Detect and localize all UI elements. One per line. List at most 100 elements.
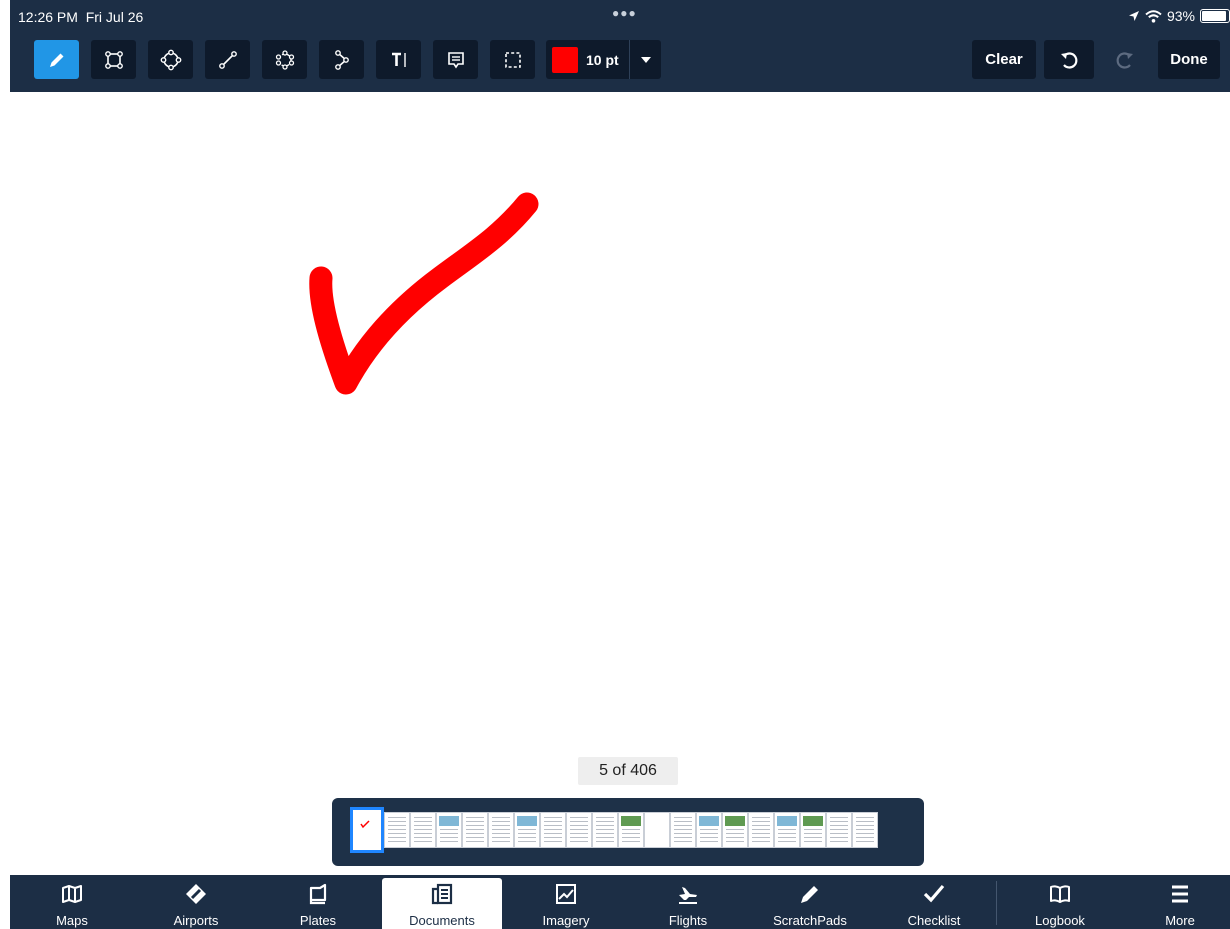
thumbnail-text-line: [856, 821, 874, 822]
page-thumbnail-strip[interactable]: [332, 798, 924, 866]
page-thumbnail[interactable]: [800, 812, 826, 848]
color-size-picker[interactable]: 10 pt: [546, 40, 661, 79]
page-thumbnail[interactable]: [618, 812, 644, 848]
tab-maps[interactable]: Maps: [34, 875, 110, 929]
thumbnail-text-line: [492, 837, 510, 838]
thumbnail-text-line: [596, 817, 614, 818]
page-thumbnail[interactable]: [540, 812, 566, 848]
thumbnail-text-line: [622, 829, 640, 830]
tab-airports[interactable]: Airports: [158, 875, 234, 929]
thumbnail-text-line: [778, 841, 796, 842]
page-thumbnail[interactable]: [852, 812, 878, 848]
page-thumbnail[interactable]: [410, 812, 436, 848]
thumbnail-text-line: [596, 837, 614, 838]
thumbnail-text-line: [752, 829, 770, 830]
thumbnail-text-line: [492, 821, 510, 822]
page-thumbnail[interactable]: [566, 812, 592, 848]
thumbnail-text-line: [466, 825, 484, 826]
select-tool-button[interactable]: [490, 40, 535, 79]
thumbnail-text-line: [570, 841, 588, 842]
tab-documents[interactable]: Documents: [382, 878, 502, 929]
cloud-tool-button[interactable]: [262, 40, 307, 79]
plates-icon: [309, 883, 327, 905]
tab-plates[interactable]: Plates: [280, 875, 356, 929]
tab-imagery[interactable]: Imagery: [528, 875, 604, 929]
rectangle-tool-button[interactable]: [91, 40, 136, 79]
thumbnail-text-line: [414, 825, 432, 826]
thumbnail-text-line: [492, 841, 510, 842]
tab-separator: [996, 881, 997, 925]
thumbnail-text-line: [830, 833, 848, 834]
thumbnail-text-line: [544, 837, 562, 838]
thumbnail-text-line: [570, 821, 588, 822]
bottom-tab-bar: Maps Airports Plates Documents Imagery F…: [10, 875, 1230, 929]
thumbnail-text-line: [674, 841, 692, 842]
thumbnail-text-line: [570, 829, 588, 830]
thumbnail-text-line: [752, 837, 770, 838]
thumbnail-text-line: [596, 825, 614, 826]
page-thumbnail[interactable]: [722, 812, 748, 848]
page-thumbnail[interactable]: [488, 812, 514, 848]
page-thumbnail[interactable]: [670, 812, 696, 848]
polyline-icon: [334, 49, 349, 70]
thumbnail-text-line: [830, 817, 848, 818]
page-thumbnail[interactable]: [384, 812, 410, 848]
polyline-tool-button[interactable]: [319, 40, 364, 79]
tab-flights[interactable]: Flights: [650, 875, 726, 929]
thumbnail-text-line: [414, 821, 432, 822]
page-thumbnail[interactable]: [462, 812, 488, 848]
thumbnail-text-line: [440, 837, 458, 838]
thumbnail-text-line: [388, 829, 406, 830]
undo-button[interactable]: [1044, 40, 1094, 79]
thumbnail-text-line: [466, 821, 484, 822]
checkmark-annotation[interactable]: [10, 92, 1230, 792]
page-thumbnail[interactable]: [696, 812, 722, 848]
redo-button[interactable]: [1100, 40, 1150, 79]
multitask-dots[interactable]: ●●●: [612, 6, 637, 20]
mini-checkmark-icon: [360, 820, 370, 829]
tab-scratchpads[interactable]: ScratchPads: [760, 875, 860, 929]
line-tool-button[interactable]: [205, 40, 250, 79]
thumbnail-text-line: [466, 837, 484, 838]
thumbnail-text-line: [544, 841, 562, 842]
thumbnail-text-line: [778, 837, 796, 838]
imagery-icon: [556, 884, 576, 904]
thumbnail-text-line: [596, 833, 614, 834]
text-tool-button[interactable]: [376, 40, 421, 79]
page-thumbnail[interactable]: [514, 812, 540, 848]
undo-icon: [1061, 51, 1078, 69]
page-thumbnail[interactable]: [826, 812, 852, 848]
thumbnail-text-line: [700, 841, 718, 842]
thumbnail-text-line: [544, 825, 562, 826]
page-thumbnail[interactable]: [748, 812, 774, 848]
tab-checklist[interactable]: Checklist: [896, 875, 972, 929]
thumbnail-text-line: [804, 841, 822, 842]
note-tool-button[interactable]: [433, 40, 478, 79]
thumbnail-text-line: [518, 833, 536, 834]
size-dropdown-button[interactable]: [629, 40, 661, 79]
note-icon: [447, 51, 464, 68]
thumbnail-text-line: [544, 817, 562, 818]
ellipse-tool-button[interactable]: [148, 40, 193, 79]
clear-button[interactable]: Clear: [972, 40, 1036, 79]
pen-tool-button[interactable]: [34, 40, 79, 79]
thumbnail-text-line: [804, 829, 822, 830]
thumbnail-text-line: [726, 837, 744, 838]
status-right: 93%: [1128, 8, 1230, 24]
thumbnail-image: [803, 816, 823, 826]
done-button[interactable]: Done: [1158, 40, 1220, 79]
page-thumbnail[interactable]: [436, 812, 462, 848]
page-thumbnail[interactable]: [774, 812, 800, 848]
thumbnail-text-line: [856, 837, 874, 838]
tab-more[interactable]: More: [1148, 875, 1212, 929]
annotation-toolbar: 10 pt Clear Done: [10, 40, 1230, 80]
checklist-icon: [923, 884, 945, 903]
tab-logbook[interactable]: Logbook: [1022, 875, 1098, 929]
thumbnail-text-line: [804, 837, 822, 838]
thumbnail-text-line: [544, 833, 562, 834]
page-thumbnail[interactable]: [644, 812, 670, 848]
thumbnail-current-page[interactable]: [350, 807, 384, 853]
page-thumbnail[interactable]: [592, 812, 618, 848]
thumbnail-text-line: [388, 825, 406, 826]
color-swatch[interactable]: [552, 46, 578, 73]
